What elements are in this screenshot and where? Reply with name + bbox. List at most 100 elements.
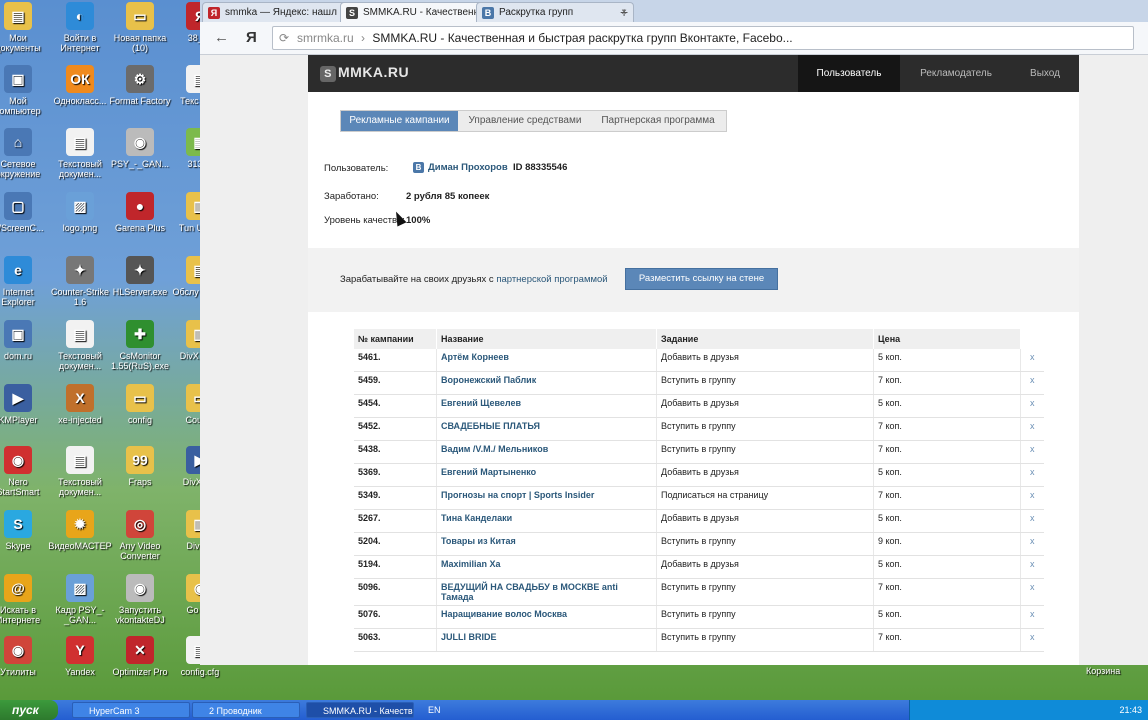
user-name-link[interactable]: Диман Прохоров	[428, 162, 508, 173]
desktop-icon[interactable]: S Skype	[0, 510, 50, 551]
desktop-icon-label: Skype	[5, 541, 31, 551]
campaign-name-link[interactable]: Артём Корнеев	[436, 349, 657, 372]
desktop-icon[interactable]: ⌂ Сетевое окружение	[0, 128, 50, 179]
campaign-name-link[interactable]: ВЕДУЩИЙ НА СВАДЬБУ в МОСКВЕ anti Тамада	[436, 578, 657, 606]
campaign-name-link[interactable]: СВАДЕБНЫЕ ПЛАТЬЯ	[436, 417, 657, 441]
desktop-icon[interactable]: ▤ Текстовый докумен...	[48, 320, 112, 371]
desktop-icon[interactable]: ✚ CsMonitor 1.55(RuS).exe	[108, 320, 172, 371]
campaign-name-link[interactable]: Товары из Китая	[436, 532, 657, 556]
desktop-icon[interactable]: ▤ Текстовый докумен...	[48, 128, 112, 179]
desktop-icon[interactable]: ОК Однокласс...	[48, 65, 112, 106]
campaign-task: Вступить в группу	[656, 578, 874, 606]
desktop-icon[interactable]: ✦ Counter-Strike 1.6	[48, 256, 112, 307]
new-tab-icon[interactable]: +	[620, 4, 628, 20]
desktop-icon[interactable]: ▣ dom.ru	[0, 320, 50, 361]
delete-icon[interactable]: x	[1020, 417, 1044, 441]
campaign-price: 7 коп.	[873, 417, 1021, 441]
desktop-icon[interactable]: ◉ Утилиты	[0, 636, 50, 677]
tab-smmka[interactable]: S SMMKA.RU - Качественн ×	[340, 2, 494, 23]
delete-icon[interactable]: x	[1020, 578, 1044, 606]
desktop-icon[interactable]: ◉ PSY_-_GAN...	[108, 128, 172, 169]
delete-icon[interactable]: x	[1020, 509, 1044, 533]
delete-icon[interactable]: x	[1020, 394, 1044, 418]
taskbar-item-hypercam[interactable]: HyperCam 3	[72, 702, 190, 718]
desktop-icon[interactable]: ◐ Войти в Интернет	[48, 2, 112, 53]
desktop-icon[interactable]: ▭ Новая папка (10)	[108, 2, 172, 53]
desktop-icon-label: Текстовый докумен...	[58, 351, 102, 371]
taskbar-item-browser[interactable]: SMMKA.RU - Качеств...	[306, 702, 414, 718]
address-bar[interactable]: ⟳ smrmka.ru › SMMKA.RU - Качественная и …	[272, 26, 1134, 50]
promo-text-label: Зарабатывайте на своих друзьях с	[340, 274, 494, 285]
desktop-icon[interactable]: ✦ HLServer.exe	[108, 256, 172, 297]
desktop-icon[interactable]: ◉ Запустить vkontakteDJ	[108, 574, 172, 625]
desktop-icon[interactable]: Y Yandex	[48, 636, 112, 677]
campaign-name-link[interactable]: Прогнозы на спорт | Sports Insider	[436, 486, 657, 510]
desktop-icon[interactable]: e Internet Explorer	[0, 256, 50, 307]
delete-icon[interactable]: x	[1020, 555, 1044, 579]
nav-logout[interactable]: Выход	[1012, 55, 1078, 92]
tab-promo-groups[interactable]: B Раскрутка групп ×	[476, 2, 634, 23]
tab-label: SMMKA.RU - Качественн	[363, 7, 480, 18]
campaign-name-link[interactable]: Воронежский Паблик	[436, 371, 657, 395]
desktop-icon[interactable]: ▨ logo.png	[48, 192, 112, 233]
delete-icon[interactable]: x	[1020, 486, 1044, 510]
clock[interactable]: 21:43	[1119, 700, 1142, 720]
desktop-icon-label: Кадр PSY_-_GAN...	[55, 605, 105, 625]
desktop-icon[interactable]: ▨ Кадр PSY_-_GAN...	[48, 574, 112, 625]
desktop-icon[interactable]: ▤ Текстовый докумен...	[48, 446, 112, 497]
post-link-button[interactable]: Разместить ссылку на стене	[625, 268, 778, 290]
campaign-task: Вступить в группу	[656, 371, 874, 395]
desktop-icon-label: HLServer.exe	[112, 287, 168, 297]
campaign-name-link[interactable]: Вадим /V.M./ Мельников	[436, 440, 657, 464]
delete-icon[interactable]: x	[1020, 349, 1044, 372]
desktop-icon[interactable]: ⚙ Format Factory	[108, 65, 172, 106]
desktop-icon[interactable]: Xxe-injected	[48, 384, 112, 425]
desktop-icon[interactable]: ● Garena Plus	[108, 192, 172, 233]
table-row: 5096. ВЕДУЩИЙ НА СВАДЬБУ в МОСКВЕ anti Та…	[354, 578, 1044, 606]
desktop-app-icon: ◐	[66, 2, 94, 30]
campaign-name-link[interactable]: Maximilian Xa	[436, 555, 657, 579]
campaign-task: Вступить в группу	[656, 532, 874, 556]
campaign-name-link[interactable]: Евгений Мартыненко	[436, 463, 657, 487]
taskbar-item-explorer[interactable]: 2 Проводник	[192, 702, 300, 718]
desktop-icon[interactable]: ▤ Мои документы	[0, 2, 50, 53]
delete-icon[interactable]: x	[1020, 532, 1044, 556]
nav-user[interactable]: Пользователь	[798, 55, 900, 92]
delete-icon[interactable]: x	[1020, 371, 1044, 395]
site-logo[interactable]: S MMKA.RU	[320, 64, 409, 82]
nav-advertiser[interactable]: Рекламодатель	[904, 55, 1008, 92]
start-button[interactable]: пуск	[0, 700, 58, 720]
language-indicator[interactable]: EN	[428, 700, 441, 720]
desktop-icon[interactable]: ▣ Мой компьютер	[0, 65, 50, 116]
delete-icon[interactable]: x	[1020, 463, 1044, 487]
campaign-name-link[interactable]: Тина Канделаки	[436, 509, 657, 533]
desktop-icon[interactable]: ◎ Any Video Converter	[108, 510, 172, 561]
tab-campaigns[interactable]: Рекламные кампании	[341, 111, 458, 131]
tab-funds[interactable]: Управление средствами	[461, 111, 589, 131]
delete-icon[interactable]: x	[1020, 440, 1044, 464]
desktop-app-icon: Y	[66, 636, 94, 664]
desktop-icon[interactable]: ▭ config	[108, 384, 172, 425]
tab-yandex-search[interactable]: Я smmka — Яндекс: нашл ×	[202, 2, 360, 23]
desktop-icon-label: Текстовый докумен...	[58, 159, 102, 179]
desktop-icon[interactable]: ✕ Optimizer Pro	[108, 636, 172, 677]
reload-icon[interactable]: ⟳	[279, 27, 289, 49]
delete-icon[interactable]: x	[1020, 628, 1044, 652]
desktop-icon[interactable]: ▶ KMPlayer	[0, 384, 50, 425]
campaign-name-link[interactable]: Наращивание волос Москва	[436, 605, 657, 629]
desktop-icon[interactable]: @ Искать в Интернете	[0, 574, 50, 625]
campaign-name-link[interactable]: JULLI BRIDE	[436, 628, 657, 652]
desktop-icon[interactable]: ▢ WScreenC...	[0, 192, 50, 233]
page-viewport: S MMKA.RU Пользователь Рекламодатель Выхо…	[200, 55, 1148, 665]
yandex-icon[interactable]: Я	[246, 29, 257, 46]
back-arrow-icon[interactable]: ←	[214, 29, 229, 46]
recycle-bin-label[interactable]: Корзина	[1086, 666, 1120, 676]
desktop-icon[interactable]: 99 Fraps	[108, 446, 172, 487]
tab-partner[interactable]: Партнерская программа	[592, 111, 724, 131]
desktop-icon[interactable]: ◉ Nero StartSmart	[0, 446, 50, 497]
desktop-icon[interactable]: ✹ ВидеоМАСТЕР	[48, 510, 112, 551]
partner-program-link[interactable]: партнерской программой	[496, 274, 607, 285]
delete-icon[interactable]: x	[1020, 605, 1044, 629]
earned-label: Заработано:	[324, 191, 379, 202]
campaign-name-link[interactable]: Евгений Щевелев	[436, 394, 657, 418]
